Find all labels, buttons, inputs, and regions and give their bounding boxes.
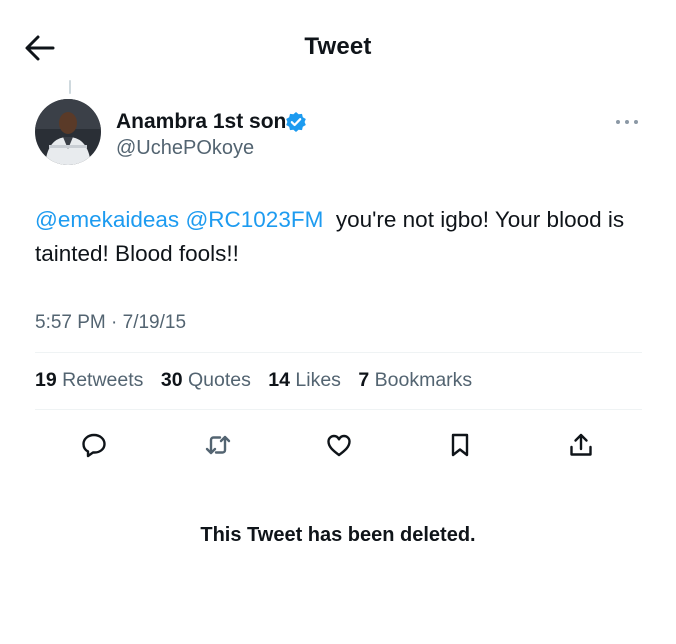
mention-link[interactable]: @RC1023FM	[185, 207, 323, 232]
tweet-text: @emekaideas @RC1023FM you're not igbo! Y…	[35, 203, 655, 271]
page-title: Tweet	[304, 33, 372, 60]
avatar-image	[35, 99, 101, 165]
engagement-stats: 19 Retweets 30 Quotes 14 Likes 7 Bookmar…	[35, 369, 484, 392]
like-icon	[327, 434, 351, 457]
mention-link[interactable]: @emekaideas	[35, 207, 179, 232]
bookmark-button[interactable]	[441, 426, 479, 464]
avatar[interactable]	[35, 99, 101, 165]
more-dots-icon	[616, 120, 638, 124]
more-options-button[interactable]	[612, 112, 642, 132]
thread-line	[69, 80, 71, 94]
reply-button[interactable]	[75, 426, 113, 464]
bookmarks-stat[interactable]: 7 Bookmarks	[358, 369, 472, 391]
tweet-timestamp[interactable]: 5:57 PM · 7/19/15	[35, 312, 186, 334]
deleted-notice: This Tweet has been deleted.	[200, 524, 476, 546]
share-button[interactable]	[562, 426, 600, 464]
retweets-stat[interactable]: 19 Retweets	[35, 369, 143, 391]
author-display-name[interactable]: Anambra 1st son	[116, 110, 286, 134]
reply-icon	[82, 433, 106, 458]
quotes-stat[interactable]: 30 Quotes	[161, 369, 251, 391]
like-button[interactable]	[320, 426, 358, 464]
share-icon	[570, 433, 592, 456]
retweet-button[interactable]	[199, 426, 237, 464]
likes-stat[interactable]: 14 Likes	[268, 369, 341, 391]
author-handle[interactable]: @UchePOkoye	[116, 137, 254, 160]
divider	[35, 352, 642, 353]
bookmark-icon	[451, 433, 469, 457]
divider	[35, 409, 642, 410]
retweet-icon	[205, 435, 231, 455]
verified-badge-icon	[285, 111, 307, 133]
